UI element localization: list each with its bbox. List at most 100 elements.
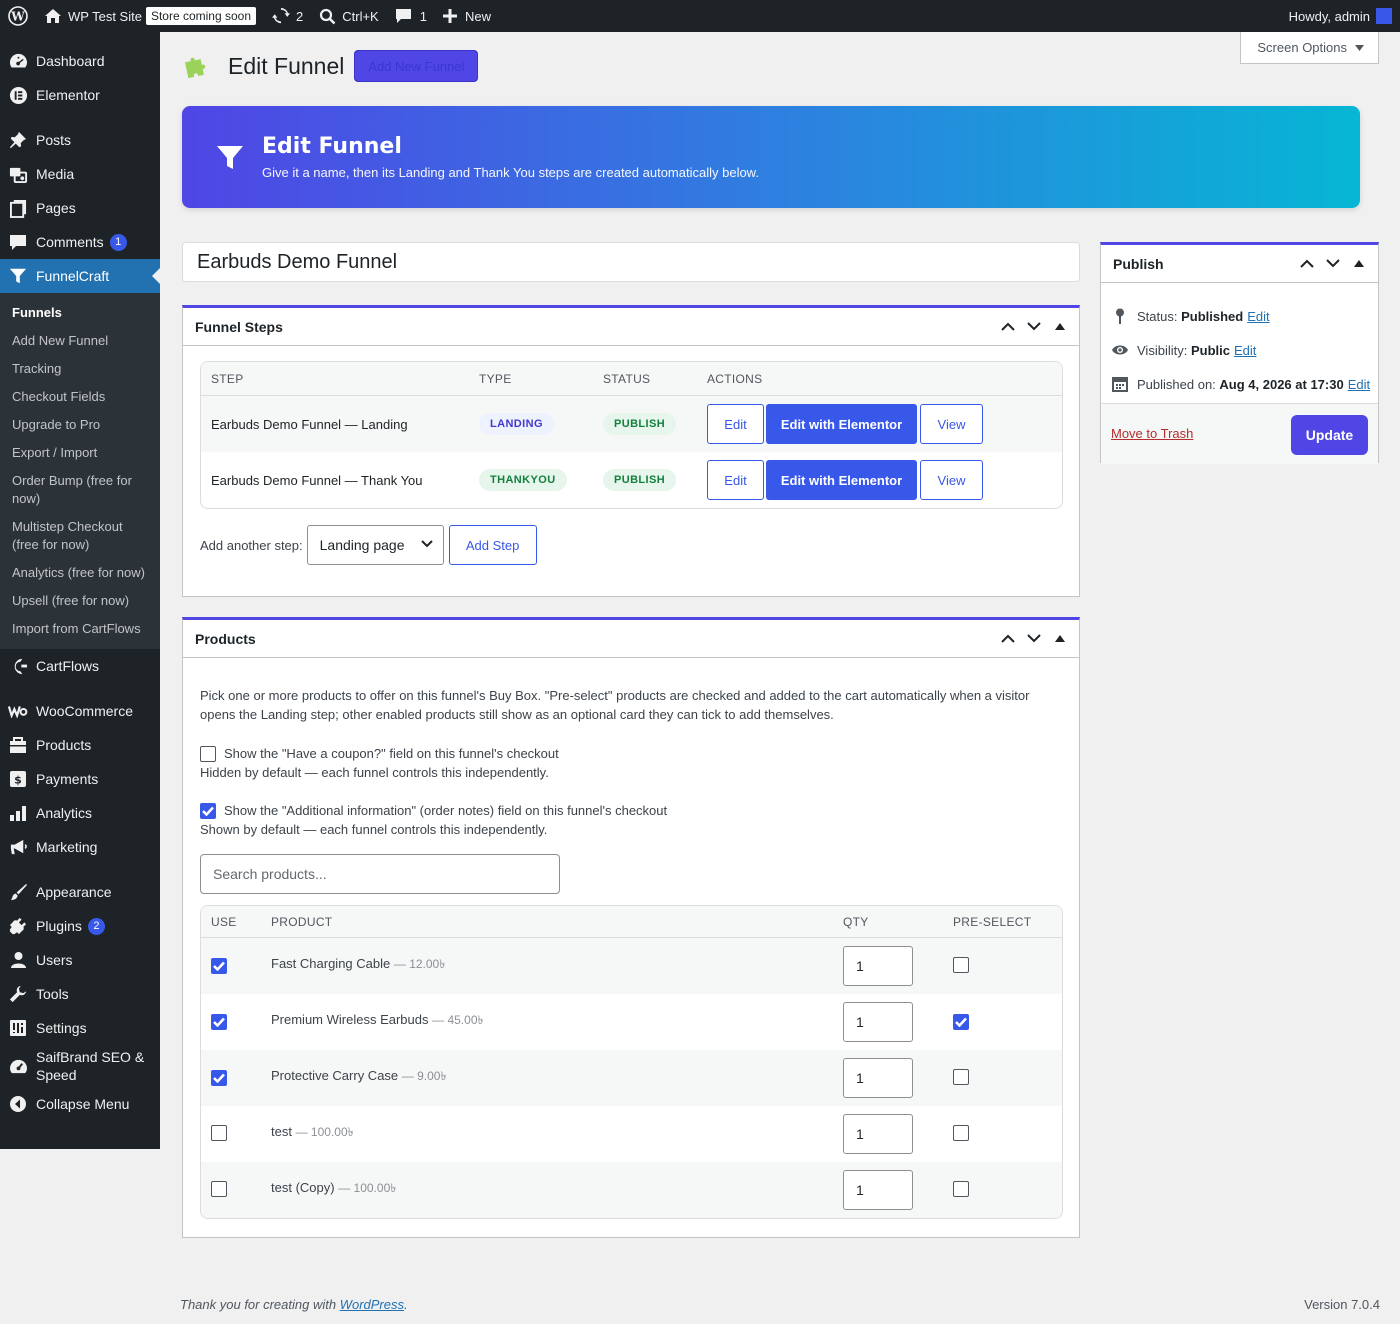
wordpress-logo-icon[interactable]: W bbox=[0, 0, 36, 32]
move-down-icon[interactable] bbox=[1320, 251, 1346, 277]
toggle-panel-icon[interactable] bbox=[1047, 626, 1073, 652]
preselect-checkbox[interactable] bbox=[953, 1124, 969, 1141]
move-up-icon[interactable] bbox=[995, 626, 1021, 652]
payments-icon: $ bbox=[8, 769, 28, 789]
product-name: Protective Carry Case bbox=[271, 1068, 399, 1083]
updates-link[interactable]: 2 bbox=[264, 0, 311, 32]
sidebar-item-tools[interactable]: Tools bbox=[0, 977, 160, 1011]
move-down-icon[interactable] bbox=[1021, 626, 1047, 652]
sidebar-item-marketing[interactable]: Marketing bbox=[0, 830, 160, 864]
settings-icon bbox=[8, 1018, 28, 1038]
pin-icon bbox=[8, 130, 28, 150]
qty-input[interactable]: 1 bbox=[843, 946, 913, 986]
sidebar-item-users[interactable]: Users bbox=[0, 943, 160, 977]
submenu-upsell[interactable]: Upsell (free for now) bbox=[0, 587, 160, 615]
sidebar-item-dashboard[interactable]: Dashboard bbox=[0, 44, 160, 78]
toggle-panel-icon[interactable] bbox=[1346, 251, 1372, 277]
add-step-button[interactable]: Add Step bbox=[448, 525, 537, 565]
new-content-link[interactable]: New bbox=[435, 0, 499, 32]
submenu-upgrade-to-pro[interactable]: Upgrade to Pro bbox=[0, 411, 160, 439]
edit-with-elementor-button[interactable]: Edit with Elementor bbox=[766, 404, 917, 444]
submenu-order-bump[interactable]: Order Bump (free for now) bbox=[0, 467, 160, 513]
sidebar-item-saifbrand[interactable]: SaifBrand SEO & Speed bbox=[0, 1045, 160, 1087]
sidebar-item-products[interactable]: Products bbox=[0, 728, 160, 762]
move-down-icon[interactable] bbox=[1021, 314, 1047, 340]
sidebar-item-plugins[interactable]: Plugins 2 bbox=[0, 909, 160, 943]
view-step-button[interactable]: View bbox=[920, 404, 983, 444]
publish-title: Publish bbox=[1113, 255, 1164, 272]
search-products-input[interactable]: Search products... bbox=[200, 854, 560, 894]
sidebar-item-payments[interactable]: $ Payments bbox=[0, 762, 160, 796]
move-to-trash-link[interactable]: Move to Trash bbox=[1111, 426, 1193, 441]
sidebar-item-woocommerce[interactable]: WooCommerce bbox=[0, 694, 160, 728]
preselect-checkbox[interactable] bbox=[953, 1014, 969, 1030]
store-coming-soon-badge[interactable]: Store coming soon bbox=[145, 7, 256, 25]
submenu-analytics[interactable]: Analytics (free for now) bbox=[0, 559, 160, 587]
use-checkbox[interactable] bbox=[211, 958, 227, 974]
coupon-label: Show the "Have a coupon?" field on this … bbox=[224, 746, 559, 761]
qty-input[interactable]: 1 bbox=[843, 1114, 913, 1154]
submenu-multistep-checkout[interactable]: Multistep Checkout (free for now) bbox=[0, 513, 160, 559]
order-notes-checkbox[interactable] bbox=[200, 802, 216, 819]
page-title-row: Edit Funnel Add New Funnel bbox=[182, 50, 479, 82]
submenu-import-from-cartflows[interactable]: Import from CartFlows bbox=[0, 615, 160, 643]
preselect-checkbox[interactable] bbox=[953, 1180, 969, 1197]
updates-count: 2 bbox=[296, 8, 304, 24]
qty-input[interactable]: 1 bbox=[843, 1002, 913, 1042]
coupon-checkbox[interactable] bbox=[200, 745, 216, 762]
sidebar-item-appearance[interactable]: Appearance bbox=[0, 875, 160, 909]
product-price: — 12.00৳ bbox=[393, 957, 446, 971]
howdy-user-link[interactable]: Howdy, admin bbox=[1289, 9, 1370, 24]
avatar[interactable] bbox=[1376, 8, 1392, 24]
sidebar-item-cartflows[interactable]: CartFlows bbox=[0, 649, 160, 683]
submenu-tracking[interactable]: Tracking bbox=[0, 355, 160, 383]
toggle-panel-icon[interactable] bbox=[1047, 314, 1073, 340]
move-up-icon[interactable] bbox=[1294, 251, 1320, 277]
use-checkbox[interactable] bbox=[211, 1014, 227, 1030]
sidebar-item-elementor[interactable]: Elementor bbox=[0, 78, 160, 112]
products-table: USE PRODUCT QTY PRE-SELECT Fast Charging… bbox=[200, 905, 1063, 1219]
table-row: Fast Charging Cable — 12.00৳ 1 bbox=[201, 938, 1062, 994]
funnel-title-input[interactable]: Earbuds Demo Funnel bbox=[182, 242, 1080, 282]
checkmark-icon bbox=[955, 1017, 967, 1027]
sidebar-item-pages[interactable]: Pages bbox=[0, 191, 160, 225]
command-palette-link[interactable]: Ctrl+K bbox=[311, 0, 386, 32]
screen-options-button[interactable]: Screen Options bbox=[1240, 32, 1379, 64]
sidebar-item-posts[interactable]: Posts bbox=[0, 123, 160, 157]
site-name-link[interactable]: WP Test Site Store coming soon bbox=[36, 0, 264, 32]
table-row: Earbuds Demo Funnel — Thank You THANKYOU… bbox=[201, 452, 1062, 508]
sidebar-item-funnelcraft[interactable]: FunnelCraft bbox=[0, 259, 160, 293]
sidebar-item-comments[interactable]: Comments 1 bbox=[0, 225, 160, 259]
sidebar-item-analytics[interactable]: Analytics bbox=[0, 796, 160, 830]
preselect-checkbox[interactable] bbox=[953, 956, 969, 973]
update-button[interactable]: Update bbox=[1291, 415, 1368, 455]
submenu-checkout-fields[interactable]: Checkout Fields bbox=[0, 383, 160, 411]
submenu-funnels[interactable]: Funnels bbox=[0, 299, 160, 327]
edit-step-button[interactable]: Edit bbox=[707, 460, 764, 500]
edit-visibility-link[interactable]: Edit bbox=[1234, 343, 1256, 358]
sidebar-collapse-menu[interactable]: Collapse Menu bbox=[0, 1087, 160, 1121]
preselect-checkbox[interactable] bbox=[953, 1068, 969, 1085]
use-checkbox[interactable] bbox=[211, 1070, 227, 1086]
view-step-button[interactable]: View bbox=[920, 460, 983, 500]
chevron-down-icon bbox=[420, 540, 433, 548]
edit-step-button[interactable]: Edit bbox=[707, 404, 764, 444]
comments-link[interactable]: 1 bbox=[387, 0, 435, 32]
edit-date-link[interactable]: Edit bbox=[1348, 377, 1370, 392]
sidebar-item-media[interactable]: Media bbox=[0, 157, 160, 191]
admin-bar: W WP Test Site Store coming soon 2 Ctrl+… bbox=[0, 0, 1400, 32]
use-checkbox[interactable] bbox=[211, 1124, 227, 1141]
table-row: Premium Wireless Earbuds — 45.00৳ 1 bbox=[201, 994, 1062, 1050]
use-checkbox[interactable] bbox=[211, 1180, 227, 1197]
submenu-export-import[interactable]: Export / Import bbox=[0, 439, 160, 467]
sidebar-item-settings[interactable]: Settings bbox=[0, 1011, 160, 1045]
edit-with-elementor-button[interactable]: Edit with Elementor bbox=[766, 460, 917, 500]
move-up-icon[interactable] bbox=[995, 314, 1021, 340]
qty-input[interactable]: 1 bbox=[843, 1170, 913, 1210]
wordpress-link[interactable]: WordPress bbox=[340, 1297, 404, 1312]
submenu-add-new-funnel[interactable]: Add New Funnel bbox=[0, 327, 160, 355]
step-type-select[interactable]: Landing page bbox=[306, 525, 444, 565]
add-new-funnel-button[interactable]: Add New Funnel bbox=[354, 50, 479, 82]
edit-status-link[interactable]: Edit bbox=[1247, 309, 1269, 324]
qty-input[interactable]: 1 bbox=[843, 1058, 913, 1098]
